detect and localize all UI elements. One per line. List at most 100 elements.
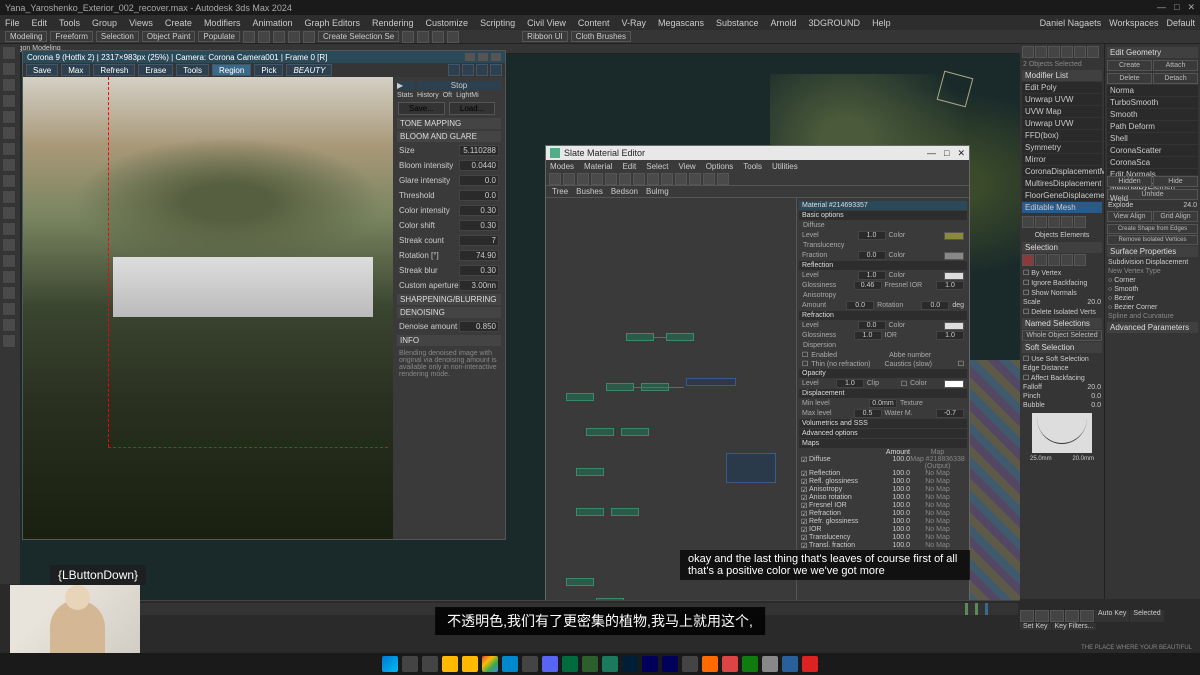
- stack-item[interactable]: Unwrap UVW: [1022, 94, 1102, 106]
- material-node[interactable]: [626, 333, 654, 341]
- map-amount[interactable]: 100.0: [880, 510, 910, 518]
- section-reflection[interactable]: Reflection: [799, 261, 967, 270]
- sel-face-icon[interactable]: [1048, 254, 1060, 266]
- menu-edit[interactable]: Edit: [32, 18, 48, 28]
- map-slot[interactable]: No Map: [910, 542, 965, 550]
- material-node[interactable]: [566, 578, 594, 586]
- btn-detach[interactable]: Detach: [1153, 73, 1198, 84]
- slate-tool-icon[interactable]: [689, 173, 701, 185]
- tool-icon[interactable]: [303, 31, 315, 43]
- sel-poly-icon[interactable]: [1061, 254, 1073, 266]
- layout-dropdown[interactable]: Default: [1166, 18, 1195, 28]
- 3dsmax-icon[interactable]: [602, 656, 618, 672]
- menu-megascans[interactable]: Megascans: [658, 18, 704, 28]
- cb-byvertex[interactable]: ☐: [1023, 270, 1031, 277]
- tool-icon[interactable]: [432, 31, 444, 43]
- app-icon[interactable]: [522, 656, 538, 672]
- maximize-icon[interactable]: □: [1174, 2, 1179, 13]
- tool-icon[interactable]: [243, 31, 255, 43]
- inp-ior[interactable]: [936, 331, 964, 340]
- slate-tab-tree[interactable]: Tree: [552, 187, 568, 196]
- play-icon[interactable]: [1050, 610, 1064, 622]
- map-checkbox[interactable]: ☑: [801, 470, 809, 478]
- slate-tab-bushes[interactable]: Bushes: [576, 187, 603, 196]
- move-icon[interactable]: [2, 62, 16, 76]
- slate-node-graph[interactable]: [546, 198, 796, 604]
- map-slot[interactable]: No Map: [910, 534, 965, 542]
- inp-disp-max[interactable]: [854, 409, 882, 418]
- inp-colorshift[interactable]: [459, 220, 499, 231]
- menu-views[interactable]: Views: [129, 18, 153, 28]
- modifier-list-dropdown[interactable]: Modifier List: [1022, 70, 1102, 81]
- map-amount[interactable]: 100.0: [880, 542, 910, 550]
- section-refraction[interactable]: Refraction: [799, 311, 967, 320]
- motion-tab-icon[interactable]: [1061, 46, 1073, 58]
- slate-tool-icon[interactable]: [675, 173, 687, 185]
- map-amount[interactable]: 100.0: [880, 456, 910, 470]
- subobject-icon[interactable]: [1022, 216, 1034, 228]
- menu-3dground[interactable]: 3DGROUND: [809, 18, 861, 28]
- map-amount[interactable]: 100.0: [880, 502, 910, 510]
- btn-gridalign[interactable]: Grid Align: [1153, 211, 1198, 222]
- section-opacity[interactable]: Opacity: [799, 369, 967, 378]
- btn-hidden[interactable]: Hidden: [1107, 176, 1152, 187]
- play-last-icon[interactable]: [1080, 610, 1094, 622]
- vfb-max[interactable]: Max: [61, 64, 90, 76]
- slate-tool-icon[interactable]: [661, 173, 673, 185]
- app-icon[interactable]: [562, 656, 578, 672]
- inp-aniso[interactable]: [846, 301, 874, 310]
- inp-denoise[interactable]: [459, 321, 499, 332]
- section-selection[interactable]: Selection: [1022, 242, 1102, 253]
- inp-trans-fraction[interactable]: [858, 251, 886, 260]
- app-icon[interactable]: [722, 656, 738, 672]
- menu-arnold[interactable]: Arnold: [771, 18, 797, 28]
- menu-create[interactable]: Create: [165, 18, 192, 28]
- map-checkbox[interactable]: ☑: [801, 534, 809, 542]
- vfb-start-icon[interactable]: ▶: [397, 81, 415, 90]
- close-icon[interactable]: [491, 53, 501, 61]
- material-node[interactable]: [621, 428, 649, 436]
- chrome-icon[interactable]: [482, 656, 498, 672]
- menu-scripting[interactable]: Scripting: [480, 18, 515, 28]
- btn-attach[interactable]: Attach: [1153, 60, 1198, 71]
- vfb-titlebar[interactable]: Corona 9 (Hotfix 2) | 2317×983px (25%) |…: [23, 51, 505, 63]
- btn-delete[interactable]: Delete: [1107, 73, 1152, 84]
- render-image[interactable]: [23, 77, 393, 539]
- discord-icon[interactable]: [542, 656, 558, 672]
- vfb-save-btn[interactable]: Save...: [398, 102, 445, 115]
- subobject-icon[interactable]: [1035, 216, 1047, 228]
- minimize-icon[interactable]: —: [927, 148, 936, 159]
- stack-item[interactable]: CoronaScatter: [1107, 145, 1198, 157]
- keyframe[interactable]: [975, 603, 978, 615]
- slate-menu-modes[interactable]: Modes: [550, 162, 574, 171]
- inp-aniso-rot[interactable]: [921, 301, 949, 310]
- btn-createshape[interactable]: Create Shape from Edges: [1107, 224, 1198, 234]
- material-node[interactable]: [576, 468, 604, 476]
- ribbon-dropdown[interactable]: Ribbon UI: [522, 31, 568, 42]
- tool-icon[interactable]: [2, 126, 16, 140]
- cloth-brushes[interactable]: Cloth Brushes: [571, 31, 631, 42]
- tool-icon[interactable]: [273, 31, 285, 43]
- vfb-tool-icon[interactable]: [476, 64, 488, 76]
- vfb-save[interactable]: Save: [26, 64, 58, 76]
- vfb-stop[interactable]: Stop: [417, 81, 501, 90]
- taskview-icon[interactable]: [422, 656, 438, 672]
- play-first-icon[interactable]: [1020, 610, 1034, 622]
- inp-colorint[interactable]: [459, 205, 499, 216]
- menu-group[interactable]: Group: [92, 18, 117, 28]
- map-slot[interactable]: Map #218836338 (Output): [910, 456, 965, 470]
- minimize-icon[interactable]: [465, 53, 475, 61]
- menu-vray[interactable]: V-Ray: [621, 18, 646, 28]
- workspaces-dropdown[interactable]: Workspaces: [1109, 18, 1158, 28]
- search-icon[interactable]: [402, 656, 418, 672]
- slate-tab-bulmg[interactable]: Bulmg: [646, 187, 669, 196]
- menu-modifiers[interactable]: Modifiers: [204, 18, 241, 28]
- stack-item-selected[interactable]: Editable Mesh: [1022, 202, 1102, 214]
- vfb-beauty[interactable]: BEAUTY: [286, 64, 332, 76]
- slate-tool-icon[interactable]: [647, 173, 659, 185]
- slate-tool-icon[interactable]: [605, 173, 617, 185]
- inp-refl-level[interactable]: [858, 271, 886, 280]
- refr-color-swatch[interactable]: [944, 322, 964, 330]
- tool-icon[interactable]: [2, 142, 16, 156]
- maximize-icon[interactable]: [478, 53, 488, 61]
